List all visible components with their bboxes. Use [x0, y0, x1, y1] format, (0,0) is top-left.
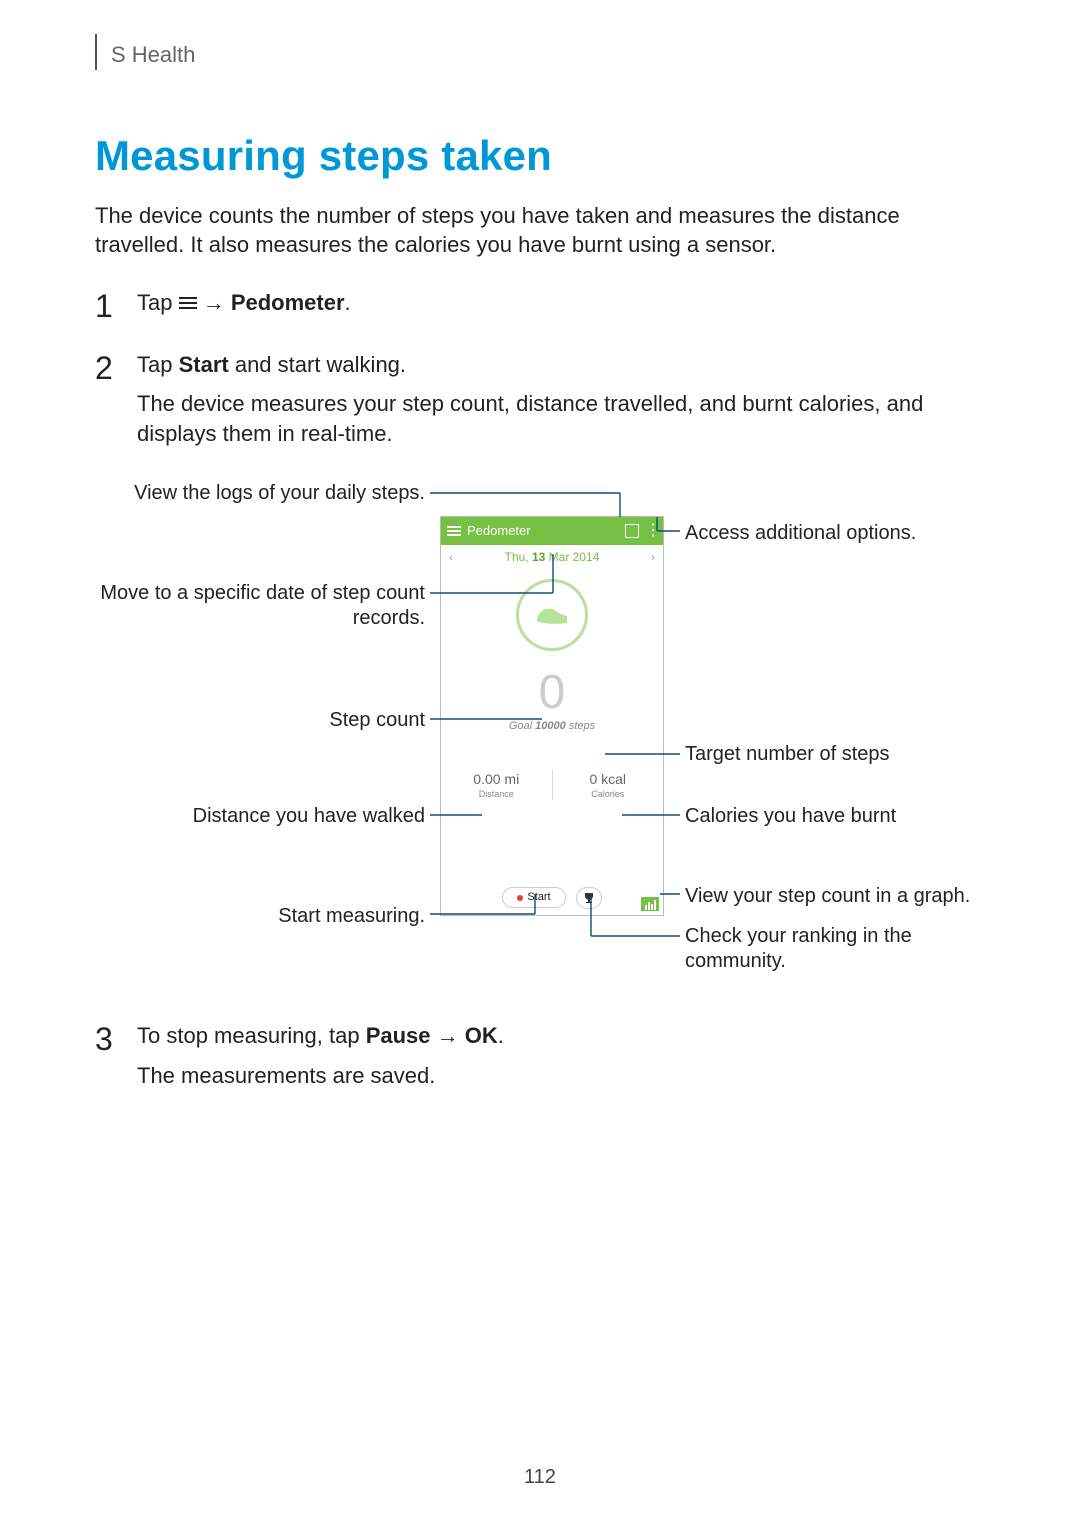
- step1-target: Pedometer: [231, 290, 345, 315]
- step-2: 2 Tap Start and start walking. The devic…: [95, 350, 985, 459]
- menu-icon: [179, 294, 197, 312]
- more-options-icon[interactable]: ⋮: [645, 525, 657, 537]
- calories-label: Calories: [553, 788, 664, 800]
- phone-title: Pedometer: [467, 522, 619, 540]
- step1-prefix: Tap: [137, 290, 179, 315]
- chevron-right-icon[interactable]: ›: [651, 549, 655, 565]
- chevron-left-icon[interactable]: ‹: [449, 549, 453, 565]
- stats-row: 0.00 mi Distance 0 kcal Calories: [441, 770, 663, 800]
- date-prefix: Thu,: [505, 550, 532, 564]
- start-button[interactable]: Start: [502, 887, 565, 908]
- date-navigator: ‹ Thu, 13 Mar 2014 ›: [441, 545, 663, 569]
- intro-text: The device counts the number of steps yo…: [95, 201, 985, 260]
- step1-suffix: .: [345, 290, 351, 315]
- date-display[interactable]: Thu, 13 Mar 2014: [505, 549, 600, 565]
- step-number: 3: [95, 1021, 137, 1100]
- page-title: Measuring steps taken: [95, 128, 985, 185]
- step3-arrow: →: [431, 1023, 465, 1048]
- callout-options: Access additional options.: [685, 521, 916, 546]
- goal-prefix: Goal: [509, 720, 535, 732]
- goal-value: 10000: [535, 720, 566, 732]
- share-icon[interactable]: [625, 524, 639, 538]
- distance-stat: 0.00 mi Distance: [441, 770, 552, 800]
- step-number: 1: [95, 288, 137, 328]
- breadcrumb-bar: [95, 34, 97, 70]
- trophy-button[interactable]: [576, 887, 602, 909]
- callout-logs: View the logs of your daily steps.: [95, 481, 425, 506]
- distance-label: Distance: [441, 788, 552, 800]
- step3-l1d: .: [498, 1023, 504, 1048]
- step1-arrow: →: [197, 290, 231, 315]
- step-number: 2: [95, 350, 137, 459]
- breadcrumb-text: S Health: [111, 40, 195, 70]
- callout-move-date: Move to a specific date of step count re…: [95, 581, 425, 631]
- phone-screenshot: Pedometer ⋮ ‹ Thu, 13 Mar 2014 › 0 Goal …: [440, 516, 664, 916]
- pedometer-diagram: View the logs of your daily steps. Move …: [95, 481, 985, 991]
- record-dot-icon: [517, 895, 523, 901]
- page-number: 112: [0, 1464, 1080, 1491]
- callout-start-measuring: Start measuring.: [95, 904, 425, 929]
- distance-value: 0.00 mi: [473, 771, 519, 787]
- menu-icon[interactable]: [447, 524, 461, 538]
- breadcrumb: S Health: [95, 40, 985, 70]
- shoe-icon: [516, 579, 588, 651]
- goal-suffix: steps: [566, 720, 595, 732]
- callout-step-count: Step count: [95, 708, 425, 733]
- step2-l1b: Start: [179, 352, 229, 377]
- step3-l1c: OK: [465, 1023, 498, 1048]
- phone-header: Pedometer ⋮: [441, 517, 663, 545]
- step2-l1c: and start walking.: [229, 352, 406, 377]
- step3-l1a: To stop measuring, tap: [137, 1023, 366, 1048]
- start-label: Start: [527, 890, 550, 905]
- calories-stat: 0 kcal Calories: [552, 770, 664, 800]
- callout-target: Target number of steps: [685, 742, 890, 767]
- step-3: 3 To stop measuring, tap Pause → OK. The…: [95, 1021, 985, 1100]
- callout-graph: View your step count in a graph.: [685, 884, 970, 909]
- date-suffix: Mar 2014: [545, 550, 599, 564]
- calories-value: 0 kcal: [589, 771, 626, 787]
- step-1: 1 Tap → Pedometer.: [95, 288, 985, 328]
- callout-distance: Distance you have walked: [95, 804, 425, 829]
- goal-text: Goal 10000 steps: [441, 719, 663, 734]
- trophy-icon: [583, 892, 595, 904]
- callout-calories: Calories you have burnt: [685, 804, 896, 829]
- step2-l1a: Tap: [137, 352, 179, 377]
- step2-line2: The device measures your step count, dis…: [137, 389, 985, 448]
- step3-l1b: Pause: [366, 1023, 431, 1048]
- callout-ranking: Check your ranking in the community.: [685, 924, 945, 974]
- bar-chart-icon[interactable]: [641, 897, 659, 911]
- step-count-value: 0: [441, 669, 663, 717]
- date-day: 13: [532, 550, 545, 564]
- step3-line2: The measurements are saved.: [137, 1061, 985, 1091]
